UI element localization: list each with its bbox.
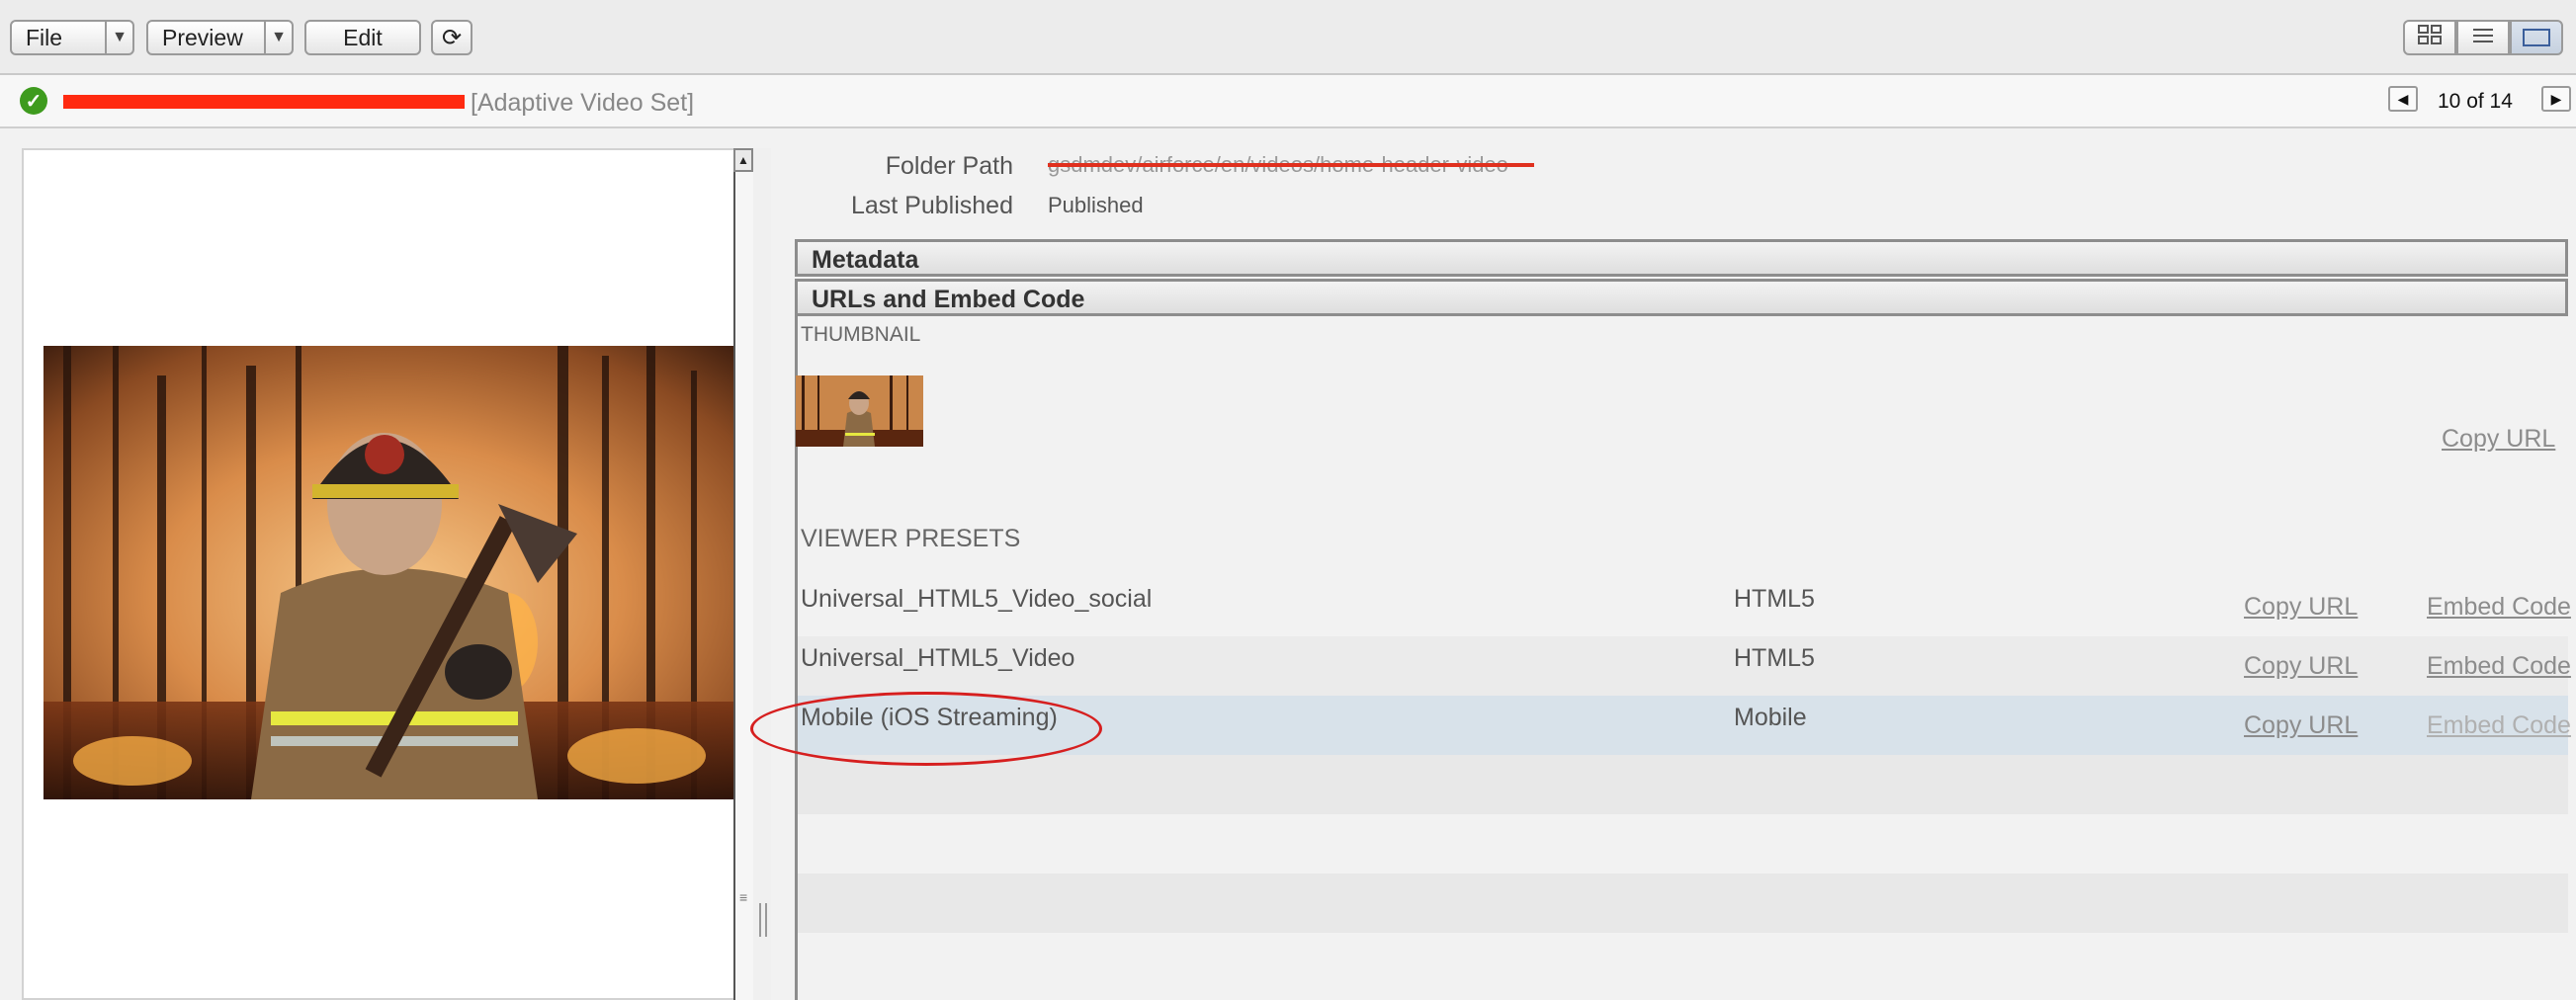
chevron-down-icon[interactable]: ▼ (105, 22, 132, 53)
preview-menu-button[interactable]: Preview ▼ (146, 20, 294, 55)
viewer-presets-heading: VIEWER PRESETS (801, 525, 1021, 552)
scroll-up-arrow-icon[interactable]: ▲ (733, 148, 753, 172)
preset-type: HTML5 (1734, 585, 1815, 613)
thumbnail-copy-url-link[interactable]: Copy URL (2442, 425, 2555, 454)
empty-row (798, 814, 2568, 874)
edit-button[interactable]: Edit (304, 20, 421, 55)
asset-position: 10 of 14 (2438, 90, 2513, 113)
firefighter-forest-scene (43, 346, 735, 799)
last-published-label: Last Published (850, 192, 1013, 219)
preset-type: Mobile (1734, 704, 1807, 731)
file-menu-label: File (26, 24, 63, 50)
check-circle-icon: ✓ (20, 87, 47, 115)
splitter-handle-icon[interactable] (759, 903, 767, 937)
thumbnail-image (796, 375, 923, 447)
grid-view-icon (2418, 25, 2442, 50)
thumbnail-heading: THUMBNAIL (801, 323, 921, 346)
asset-type-label: [Adaptive Video Set] (471, 89, 695, 117)
preset-embed-code-link[interactable]: Embed Code (2427, 593, 2571, 622)
preview-menu-label: Preview (162, 24, 243, 50)
refresh-icon: ⟳ (441, 24, 463, 51)
next-asset-button[interactable]: ▶ (2541, 86, 2571, 112)
preset-embed-code-link[interactable]: Embed Code (2427, 711, 2571, 740)
edit-button-label: Edit (343, 24, 383, 50)
detail-view-button[interactable] (2510, 20, 2563, 55)
preset-copy-url-link[interactable]: Copy URL (2244, 711, 2358, 740)
video-preview-image[interactable] (43, 346, 735, 799)
pane-splitter[interactable] (753, 148, 771, 1000)
chevron-left-icon: ◀ (2397, 90, 2409, 107)
list-view-icon (2471, 25, 2495, 50)
empty-row (798, 874, 2568, 933)
empty-row (798, 755, 2568, 814)
folder-path-label: Folder Path (885, 152, 1013, 180)
redaction-strike (1048, 163, 1534, 167)
refresh-button[interactable]: ⟳ (431, 20, 472, 55)
chevron-down-icon[interactable]: ▼ (264, 22, 292, 53)
list-view-button[interactable] (2456, 20, 2510, 55)
detail-view-icon (2523, 29, 2550, 46)
highlight-circle-annotation (750, 692, 1102, 766)
redaction-mark (63, 95, 465, 109)
file-menu-button[interactable]: File ▼ (10, 20, 134, 55)
urls-embed-section-header[interactable]: URLs and Embed Code (795, 279, 2568, 316)
preset-embed-code-link[interactable]: Embed Code (2427, 652, 2571, 681)
preset-copy-url-link[interactable]: Copy URL (2244, 652, 2358, 681)
chevron-right-icon: ▶ (2550, 90, 2562, 107)
preset-copy-url-link[interactable]: Copy URL (2244, 593, 2358, 622)
grid-view-button[interactable] (2403, 20, 2456, 55)
empty-row (798, 933, 2568, 992)
last-published-value: Published (1048, 193, 1144, 217)
preview-scrollbar[interactable] (733, 148, 753, 1000)
previous-asset-button[interactable]: ◀ (2388, 86, 2418, 112)
scrollbar-grip-icon[interactable]: ≡ (739, 889, 747, 905)
preset-name: Universal_HTML5_Video_social (801, 585, 1153, 613)
preset-name: Universal_HTML5_Video (801, 644, 1075, 672)
preset-type: HTML5 (1734, 644, 1815, 672)
metadata-section-header[interactable]: Metadata (795, 239, 2568, 277)
